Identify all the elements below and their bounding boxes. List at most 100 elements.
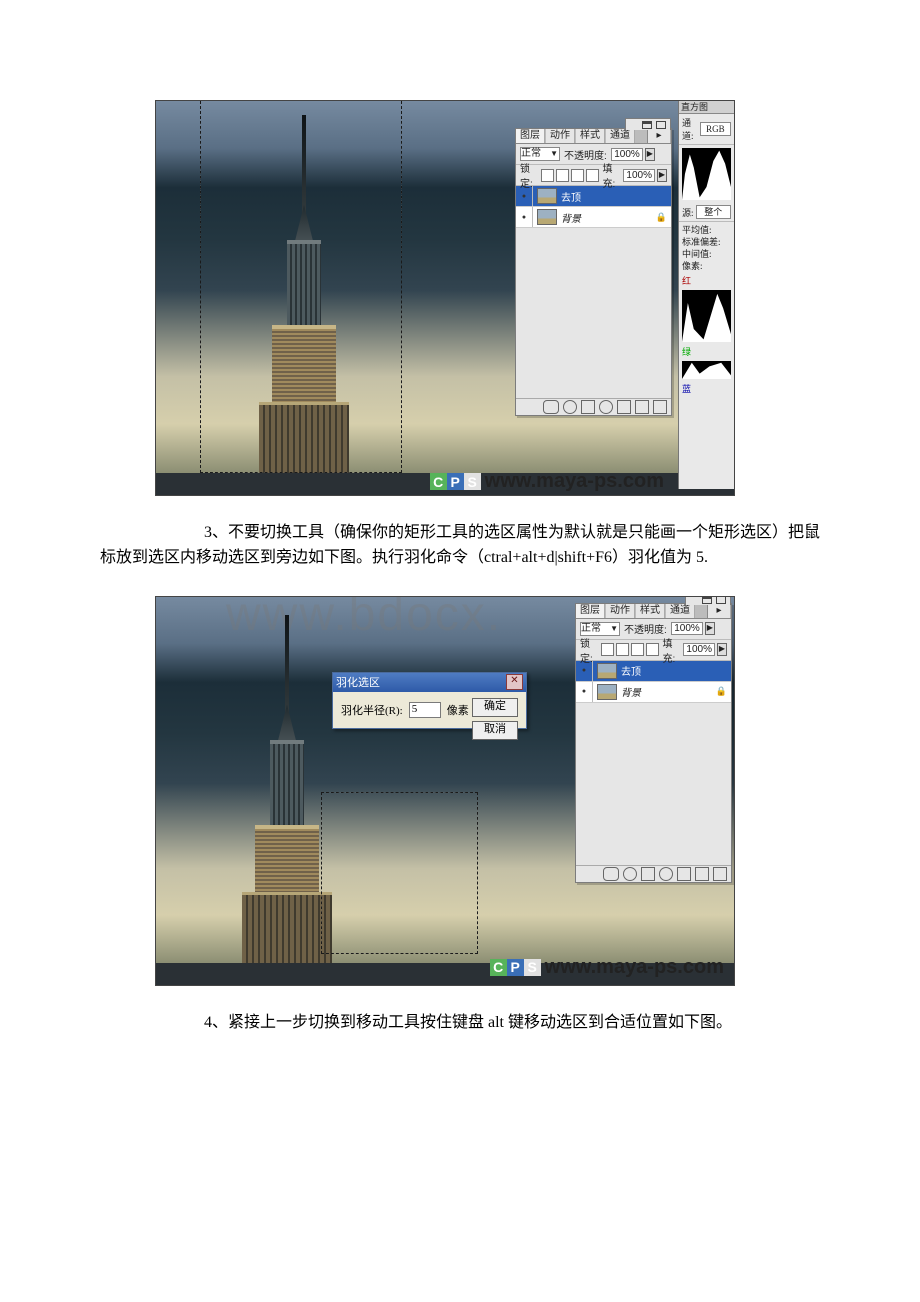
close-icon[interactable]: ✕ bbox=[506, 674, 523, 690]
dialog-title: 羽化选区 bbox=[336, 674, 380, 690]
watermark-text: www.maya-ps.com bbox=[545, 956, 724, 979]
new-layer-icon[interactable] bbox=[695, 867, 709, 881]
fill-flyout-icon[interactable]: ▶ bbox=[657, 169, 667, 182]
fx-icon[interactable] bbox=[623, 867, 637, 881]
opacity-input[interactable]: 100% bbox=[611, 148, 643, 161]
tab-actions[interactable]: 动作 bbox=[606, 604, 635, 618]
channel-select[interactable]: RGB bbox=[700, 122, 731, 136]
opacity-label: 不透明度: bbox=[624, 621, 667, 636]
eye-icon[interactable] bbox=[576, 661, 593, 681]
histogram-panel: 直方图 通道: RGB 源: 整个 平均值: 标准偏差: 中间值: 像素: bbox=[678, 101, 734, 489]
link-icon[interactable] bbox=[603, 867, 619, 881]
panel-menu-icon[interactable]: ▸ bbox=[647, 129, 671, 143]
logo-c-icon: C bbox=[430, 473, 447, 490]
screenshot-2: www.bdocx. 羽化选区 ✕ 羽化半径(R): 5 像素 bbox=[155, 596, 735, 986]
layer-item-background[interactable]: 背景 🔒 bbox=[576, 682, 731, 703]
fill-flyout-icon[interactable]: ▶ bbox=[717, 643, 727, 656]
tab-layers[interactable]: 图层 bbox=[516, 129, 545, 143]
logo-s-icon: S bbox=[524, 959, 541, 976]
panel-menu-icon[interactable]: ▸ bbox=[707, 604, 731, 618]
feather-radius-input[interactable]: 5 bbox=[409, 702, 441, 718]
fill-input[interactable]: 100% bbox=[623, 169, 655, 182]
adjustment-icon[interactable] bbox=[659, 867, 673, 881]
screenshot-1: 图层 动作 样式 通道 ▸ 正常 不透明度: 100% ▶ 锁定: bbox=[155, 100, 735, 496]
layer-thumbnail bbox=[537, 188, 557, 204]
lock-icon: 🔒 bbox=[656, 212, 667, 223]
tab-styles[interactable]: 样式 bbox=[576, 129, 605, 143]
mask-icon[interactable] bbox=[581, 400, 595, 414]
layer-item-background[interactable]: 背景 🔒 bbox=[516, 207, 671, 228]
building-illustration bbox=[242, 615, 332, 985]
eye-icon[interactable] bbox=[516, 207, 533, 227]
opacity-flyout-icon[interactable]: ▶ bbox=[645, 148, 655, 161]
panel-tabs[interactable]: 图层 动作 样式 通道 ▸ bbox=[516, 129, 671, 144]
channel-blue-label: 蓝 bbox=[679, 382, 734, 395]
lock-icon: 🔒 bbox=[716, 686, 727, 697]
logo-p-icon: P bbox=[507, 959, 524, 976]
opacity-flyout-icon[interactable]: ▶ bbox=[705, 622, 715, 635]
source-select[interactable]: 整个 bbox=[696, 205, 731, 219]
opacity-input[interactable]: 100% bbox=[671, 622, 703, 635]
lock-toggle-group[interactable] bbox=[601, 643, 659, 656]
feather-radius-label: 羽化半径(R): bbox=[341, 702, 403, 718]
cancel-button[interactable]: 取消 bbox=[472, 721, 518, 740]
watermark: C P S www.maya-ps.com bbox=[430, 470, 664, 493]
folder-icon[interactable] bbox=[677, 867, 691, 881]
mask-icon[interactable] bbox=[641, 867, 655, 881]
channel-red-label: 红 bbox=[679, 274, 734, 287]
histogram-green bbox=[682, 361, 731, 379]
layers-panel: 图层 动作 样式 通道 ▸ 正常 不透明度: 100% ▶ 锁定: bbox=[515, 128, 672, 416]
layer-thumbnail bbox=[537, 209, 557, 225]
paragraph-3: 3、不要切换工具（确保你的矩形工具的选区属性为默认就是只能画一个矩形选区）把鼠标… bbox=[100, 521, 820, 571]
fx-icon[interactable] bbox=[563, 400, 577, 414]
feather-dialog: 羽化选区 ✕ 羽化半径(R): 5 像素 确定 取消 bbox=[332, 672, 527, 729]
panel-tabs[interactable]: 图层 动作 样式 通道 ▸ bbox=[576, 604, 731, 619]
panel-window-controls[interactable] bbox=[685, 596, 731, 605]
eye-icon[interactable] bbox=[516, 186, 533, 206]
layer-item-top[interactable]: 去顶 bbox=[576, 661, 731, 682]
histogram-tab[interactable]: 直方图 bbox=[679, 101, 734, 114]
watermark-text: www.maya-ps.com bbox=[485, 470, 664, 493]
histogram-red bbox=[682, 290, 731, 342]
adjustment-icon[interactable] bbox=[599, 400, 613, 414]
fill-label: 填充: bbox=[603, 160, 620, 190]
layer-name[interactable]: 去顶 bbox=[561, 189, 581, 204]
trash-icon[interactable] bbox=[653, 400, 667, 414]
paragraph-4: 4、紧接上一步切换到移动工具按住键盘 alt 键移动选区到合适位置如下图。 bbox=[100, 1011, 820, 1036]
ok-button[interactable]: 确定 bbox=[472, 698, 518, 717]
histogram-rgb bbox=[682, 148, 731, 200]
histogram-stats: 平均值: 标准偏差: 中间值: 像素: bbox=[679, 222, 734, 274]
blend-mode-select[interactable]: 正常 bbox=[580, 622, 620, 636]
eye-icon[interactable] bbox=[576, 682, 593, 702]
layer-name[interactable]: 去顶 bbox=[621, 663, 641, 678]
feather-unit-label: 像素 bbox=[447, 702, 469, 718]
logo-s-icon: S bbox=[464, 473, 481, 490]
opacity-label: 不透明度: bbox=[564, 147, 607, 162]
tab-actions[interactable]: 动作 bbox=[546, 129, 575, 143]
trash-icon[interactable] bbox=[713, 867, 727, 881]
layers-panel: 图层 动作 样式 通道 ▸ 正常 不透明度: 100% ▶ 锁定: bbox=[575, 603, 732, 883]
layer-thumbnail bbox=[597, 663, 617, 679]
new-layer-icon[interactable] bbox=[635, 400, 649, 414]
tab-channels[interactable]: 通道 bbox=[606, 129, 635, 143]
tab-styles[interactable]: 样式 bbox=[636, 604, 665, 618]
layer-thumbnail bbox=[597, 684, 617, 700]
layer-item-top[interactable]: 去顶 bbox=[516, 186, 671, 207]
source-label: 源: bbox=[682, 206, 694, 219]
fill-input[interactable]: 100% bbox=[683, 643, 715, 656]
watermark: C P S www.maya-ps.com bbox=[490, 956, 724, 979]
layer-name[interactable]: 背景 bbox=[621, 684, 641, 699]
tab-channels[interactable]: 通道 bbox=[666, 604, 695, 618]
blend-mode-select[interactable]: 正常 bbox=[520, 147, 560, 161]
logo-p-icon: P bbox=[447, 473, 464, 490]
panel-footer bbox=[576, 865, 731, 882]
lock-toggle-group[interactable] bbox=[541, 169, 599, 182]
layer-name[interactable]: 背景 bbox=[561, 210, 581, 225]
fill-label: 填充: bbox=[663, 635, 680, 665]
logo-c-icon: C bbox=[490, 959, 507, 976]
panel-window-controls[interactable] bbox=[625, 118, 671, 130]
tab-layers[interactable]: 图层 bbox=[576, 604, 605, 618]
folder-icon[interactable] bbox=[617, 400, 631, 414]
link-icon[interactable] bbox=[543, 400, 559, 414]
channel-label: 通道: bbox=[682, 116, 698, 142]
